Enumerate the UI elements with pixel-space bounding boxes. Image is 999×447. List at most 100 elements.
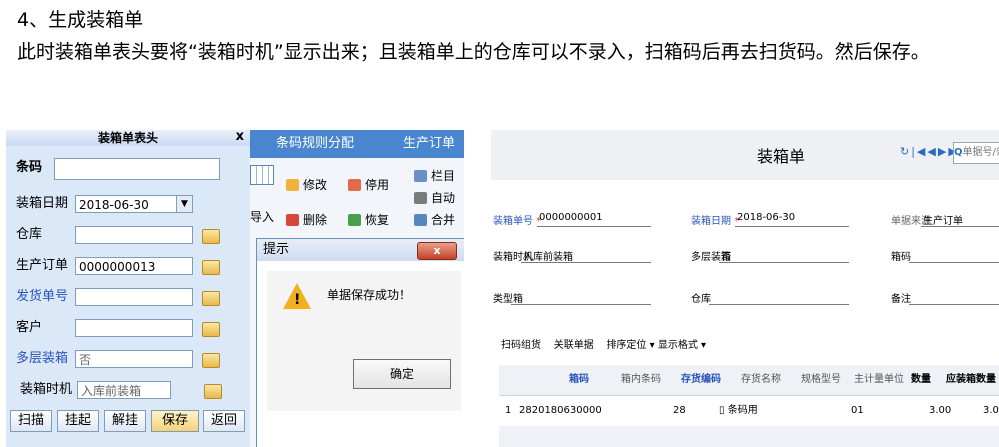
dialog-message: 单据保存成功！ — [327, 288, 412, 302]
prev-icon[interactable]: ◀ — [927, 145, 937, 158]
back-button[interactable]: 返回 — [203, 410, 245, 432]
col-header-unit[interactable]: 主计量单位 — [849, 365, 909, 395]
cell-inv-name[interactable]: ▯ 条码用 — [719, 396, 758, 426]
pencil-icon — [286, 179, 299, 191]
box-date-value[interactable]: 2018-06-30 — [737, 212, 795, 223]
field-underline — [921, 226, 999, 227]
boxcode-label: 箱码 — [891, 252, 911, 263]
table-row[interactable]: 1 2820180630000 28 ▯ 条码用 01 3.00 3.00 — [499, 395, 999, 426]
warning-mark: ! — [294, 292, 301, 308]
warehouse-lookup-icon[interactable] — [202, 229, 220, 244]
main-window: 条码规则分配 生产订单 导入 修改 停用 栏目 删除 恢复 自动 合并 提示 x… — [250, 130, 464, 447]
box-header-panel: 装箱单表头 x 条码 装箱日期 2018-06-30 ▼ 仓库 生产订单 00000… — [6, 130, 251, 447]
tab-bar: 条码规则分配 生产订单 — [250, 130, 464, 158]
refresh-icon[interactable]: ↻ — [900, 145, 911, 158]
delete-button[interactable]: 删除 — [286, 212, 327, 228]
resume-button[interactable]: 解挂 — [104, 410, 146, 432]
multilayer-value[interactable]: 否 — [721, 248, 731, 263]
sort-locate-button[interactable]: 排序定位 — [606, 340, 646, 351]
delivery-no-lookup-icon[interactable] — [202, 291, 220, 306]
packing-list-panel: 装箱单 ↻|◀◀▶▶| Q单据号/条 装箱单号 * 0000000001 装箱日… — [491, 130, 999, 447]
warehouse-input[interactable] — [75, 226, 193, 244]
attachment-icon: ▯ — [719, 405, 725, 416]
box-timing-value[interactable]: 入库前装箱 — [523, 248, 573, 263]
box-timing-input[interactable]: 入库前装箱 — [77, 381, 171, 399]
first-icon[interactable]: |◀ — [911, 145, 927, 158]
barcode-input[interactable] — [54, 158, 220, 180]
field-underline — [537, 226, 651, 227]
multilayer-input[interactable]: 否 — [75, 350, 193, 368]
ok-button[interactable]: 确定 — [353, 359, 451, 389]
multilayer-lookup-icon[interactable] — [202, 353, 220, 368]
restore-icon — [348, 214, 361, 226]
related-docs-button[interactable]: 关联单据 — [554, 340, 594, 351]
col-header-inv-code[interactable]: 存货编码 — [671, 365, 731, 395]
section-heading: 4、生成装箱单 — [17, 9, 144, 31]
chevron-down-icon[interactable]: ▾ — [698, 340, 706, 351]
col-header-qty[interactable]: 数量 — [901, 365, 941, 395]
merge-button[interactable]: 合并 — [414, 212, 455, 228]
col-header-spec[interactable]: 规格型号 — [791, 365, 851, 395]
field-underline — [735, 226, 849, 227]
field-underline — [511, 304, 651, 305]
disable-button[interactable]: 停用 — [348, 177, 389, 193]
customer-lookup-icon[interactable] — [202, 322, 220, 337]
production-order-lookup-icon[interactable] — [202, 260, 220, 275]
source-value[interactable]: 生产订单 — [923, 212, 963, 227]
box-no-label: 装箱单号 * — [493, 216, 542, 227]
box-no-value[interactable]: 0000000001 — [539, 212, 603, 223]
close-icon[interactable]: x — [236, 130, 244, 145]
field-underline — [909, 262, 999, 263]
column-button[interactable]: 栏目 — [414, 168, 455, 184]
customer-label: 客户 — [16, 320, 43, 335]
page-title: 装箱单 — [757, 147, 806, 166]
close-icon[interactable]: x — [417, 242, 457, 260]
grid-icon[interactable] — [250, 165, 274, 189]
col-header-inv-name[interactable]: 存货名称 — [731, 365, 791, 395]
box-date-label: 装箱日期 — [16, 196, 69, 211]
cell-boxcode[interactable]: 2820180630000 — [519, 396, 602, 426]
import-button[interactable]: 导入 — [250, 209, 274, 225]
field-underline — [709, 304, 849, 305]
save-button[interactable]: 保存 — [151, 410, 199, 432]
search-icon: Q — [954, 147, 963, 158]
next-icon[interactable]: ▶ — [938, 145, 948, 158]
suspend-button[interactable]: 挂起 — [57, 410, 99, 432]
column-icon — [414, 170, 427, 182]
delete-icon — [286, 214, 299, 226]
type-value[interactable]: 箱 — [513, 290, 523, 305]
production-order-input[interactable]: 0000000013 — [75, 257, 193, 275]
search-input[interactable]: Q单据号/条 — [953, 142, 999, 164]
field-underline — [521, 262, 651, 263]
field-underline — [909, 304, 999, 305]
type-label: 类型 — [493, 294, 513, 305]
delivery-no-input[interactable] — [75, 288, 193, 306]
col-header-boxcode[interactable]: 箱码 — [549, 365, 609, 395]
col-header-inner-barcode[interactable]: 箱内条码 — [611, 365, 671, 395]
customer-input[interactable] — [75, 319, 193, 337]
col-header-should-qty[interactable]: 应装箱数量 — [943, 365, 999, 395]
scan-group-button[interactable]: 扫码组货 — [501, 340, 541, 351]
multilayer-label: 多层装箱 — [16, 351, 69, 366]
chevron-down-icon[interactable]: ▼ — [176, 196, 192, 212]
cell-inv-code[interactable]: 28 — [673, 396, 686, 426]
field-underline — [719, 262, 849, 263]
scan-button[interactable]: 扫描 — [10, 410, 52, 432]
edit-button[interactable]: 修改 — [286, 177, 327, 193]
tab-production-order[interactable]: 生产订单 — [403, 130, 455, 158]
chevron-down-icon[interactable]: ▾ — [646, 340, 657, 351]
warehouse-label-r: 仓库 — [691, 294, 711, 305]
restore-button[interactable]: 恢复 — [348, 212, 389, 228]
box-timing-label: 装箱时机 — [20, 382, 73, 397]
tab-barcode-rule[interactable]: 条码规则分配 — [276, 130, 354, 158]
auto-icon — [414, 192, 427, 204]
auto-button[interactable]: 自动 — [414, 190, 455, 206]
prompt-dialog: 提示 x ! 单据保存成功！ 确定 — [256, 238, 464, 447]
cell-should-qty[interactable]: 3.00 — [983, 396, 999, 426]
display-format-button[interactable]: 显示格式 — [658, 340, 698, 351]
box-date-select[interactable]: 2018-06-30 ▼ — [75, 195, 193, 213]
box-timing-lookup-icon[interactable] — [204, 384, 222, 399]
cell-qty[interactable]: 3.00 — [929, 396, 951, 426]
cell-unit[interactable]: 01 — [851, 396, 864, 426]
detail-toolbar: 扫码组货 关联单据 排序定位 ▾ 显示格式 ▾ — [501, 336, 706, 351]
